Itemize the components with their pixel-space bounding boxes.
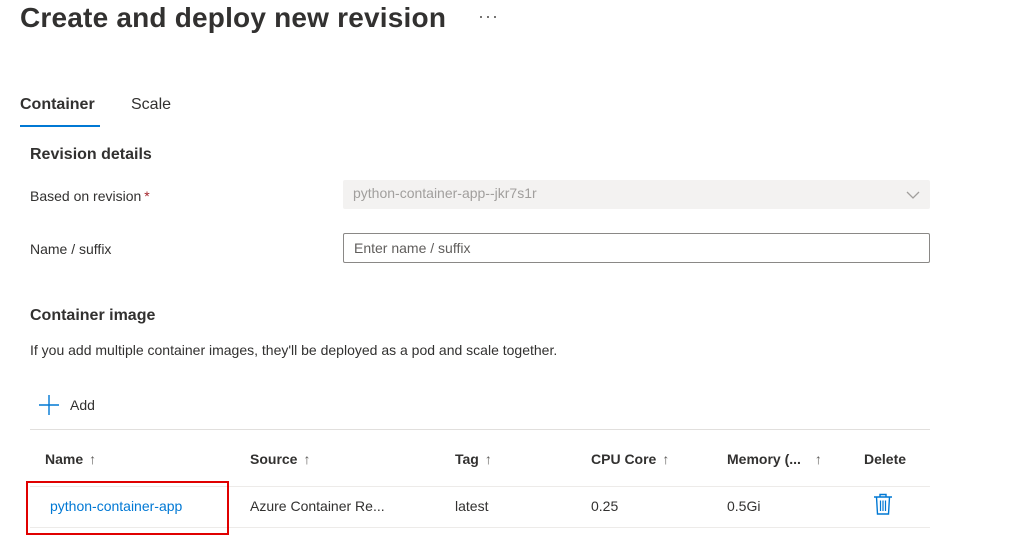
based-on-revision-value: python-container-app--jkr7s1r — [353, 185, 537, 201]
sort-arrow-icon: ↑ — [814, 451, 822, 467]
column-header-memory[interactable]: Memory (... ↑ — [727, 451, 822, 467]
sort-arrow-icon: ↑ — [484, 451, 492, 467]
tab-scale[interactable]: Scale — [131, 96, 171, 127]
highlight-box — [26, 481, 229, 535]
column-header-delete: Delete — [864, 451, 907, 467]
sort-arrow-icon: ↑ — [89, 451, 97, 467]
column-header-source[interactable]: Source ↑ — [250, 451, 310, 467]
tab-container-label: Container — [20, 96, 95, 113]
container-memory: 0.5Gi — [727, 498, 761, 514]
tab-container[interactable]: Container — [20, 96, 100, 127]
column-header-name[interactable]: Name ↑ — [45, 451, 96, 467]
column-header-source-label: Source — [250, 451, 298, 467]
revision-details-heading: Revision details — [30, 146, 152, 163]
table-divider — [30, 429, 930, 430]
sort-arrow-icon: ↑ — [662, 451, 670, 467]
column-header-cpu-core[interactable]: CPU Core ↑ — [591, 451, 669, 467]
chevron-down-icon — [906, 191, 920, 199]
column-header-tag[interactable]: Tag ↑ — [455, 451, 492, 467]
sort-arrow-icon: ↑ — [303, 451, 311, 467]
container-image-description: If you add multiple container images, th… — [30, 342, 558, 358]
more-options-button[interactable]: ··· — [478, 6, 499, 27]
tab-selected-indicator — [20, 125, 100, 127]
container-cpu: 0.25 — [591, 498, 619, 514]
plus-icon — [39, 395, 59, 415]
required-marker: * — [144, 188, 150, 204]
based-on-revision-dropdown[interactable]: python-container-app--jkr7s1r — [343, 180, 930, 209]
tab-scale-label: Scale — [131, 96, 172, 113]
column-header-cpu-core-label: CPU Core — [591, 451, 657, 467]
page-title: Create and deploy new revision — [20, 2, 447, 33]
add-label: Add — [70, 397, 95, 413]
container-tag: latest — [455, 498, 489, 514]
name-suffix-label: Name / suffix — [30, 241, 112, 257]
container-image-heading: Container image — [30, 307, 156, 324]
based-on-revision-label: Based on revision * — [30, 188, 150, 204]
trash-icon[interactable] — [873, 493, 893, 515]
add-container-button[interactable]: Add — [38, 394, 95, 416]
based-on-revision-label-text: Based on revision — [30, 188, 142, 204]
container-source: Azure Container Re... — [250, 498, 385, 514]
column-header-memory-label: Memory (... — [727, 451, 801, 467]
column-header-tag-label: Tag — [455, 451, 479, 467]
column-header-name-label: Name — [45, 451, 84, 467]
page: Create and deploy new revision ··· Conta… — [0, 0, 1017, 544]
name-suffix-input[interactable] — [343, 233, 930, 263]
